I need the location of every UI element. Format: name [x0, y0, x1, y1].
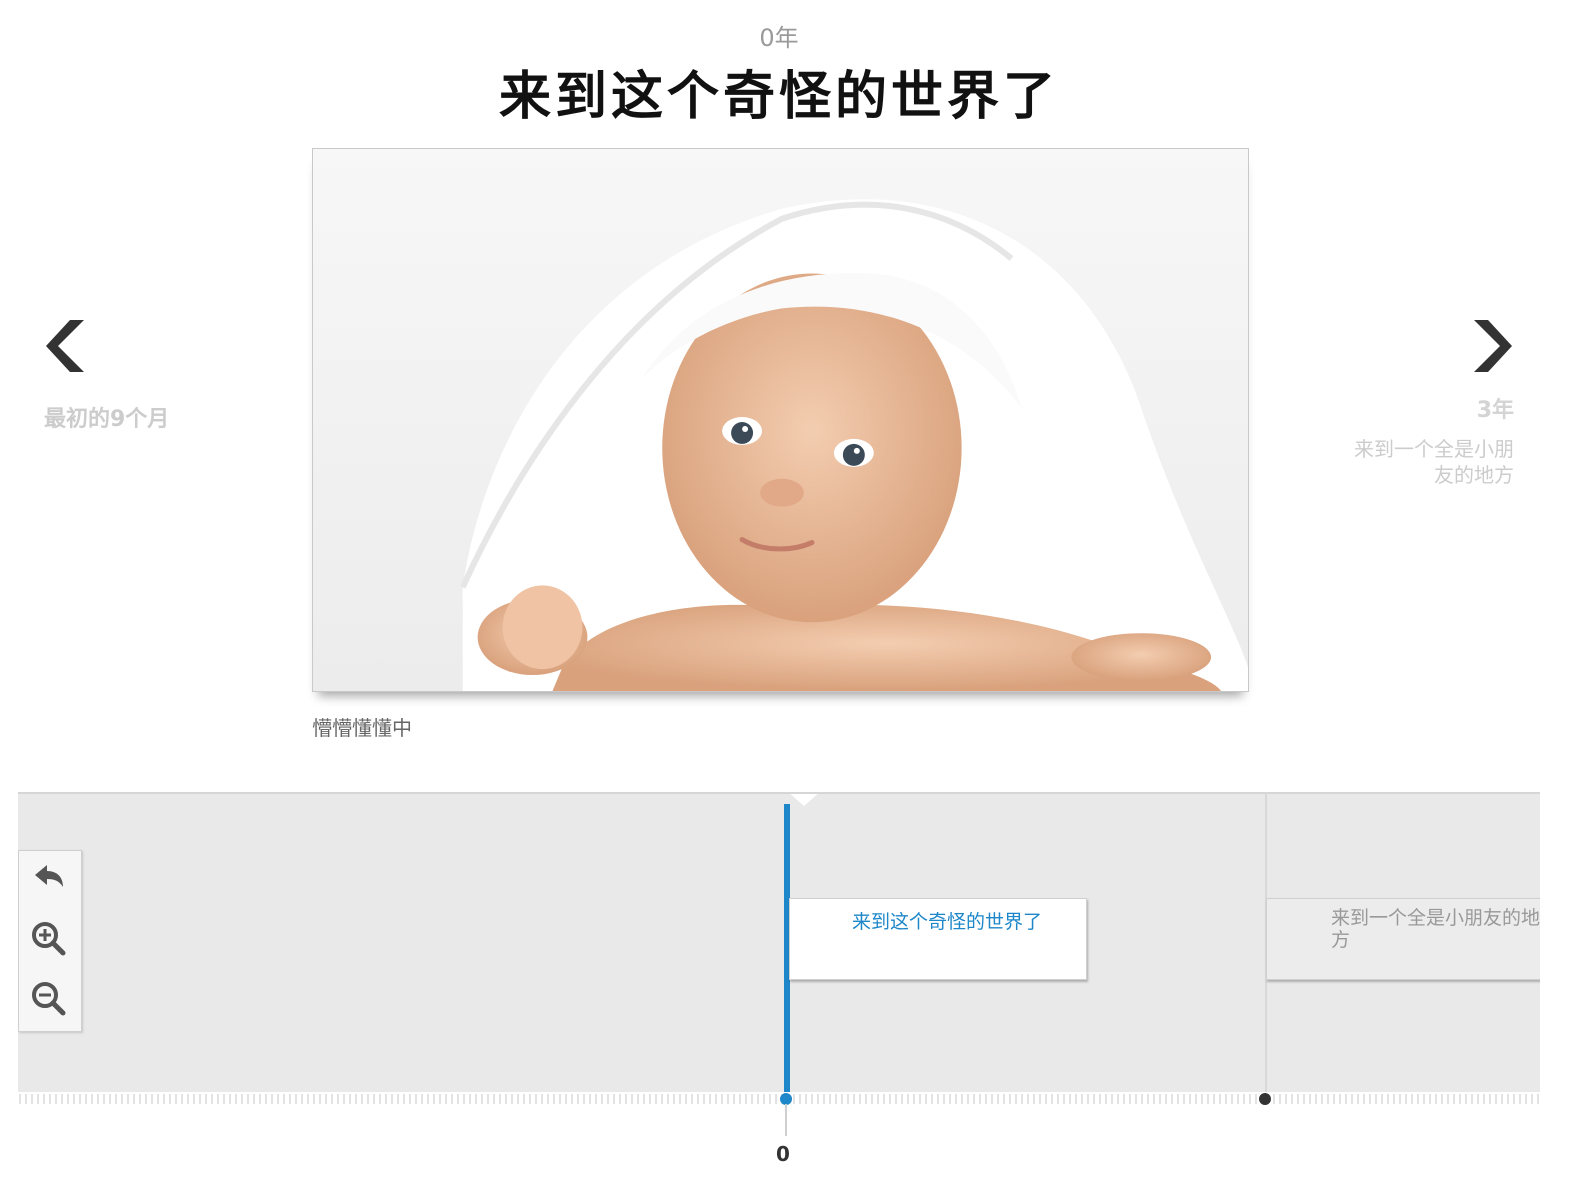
- zoom-in-icon[interactable]: [29, 919, 69, 959]
- chevron-left-icon: [44, 318, 274, 385]
- back-icon[interactable]: [29, 857, 69, 897]
- baby-photo-illustration: [313, 149, 1248, 691]
- timeline-ruler: [18, 1092, 1540, 1106]
- next-slide-button[interactable]: 3年 来到一个全是小朋友的地方: [1290, 318, 1514, 498]
- timeline-dot: [1259, 1093, 1271, 1105]
- timeline-event[interactable]: 来到一个全是小朋友的地方: [1266, 898, 1540, 980]
- prev-slide-button[interactable]: 最初的9个月: [44, 318, 274, 438]
- axis-stem: [785, 1104, 787, 1136]
- slide-year: 0年: [759, 24, 799, 52]
- slide-photo: [312, 148, 1249, 692]
- next-slide-date: 3年: [1476, 398, 1514, 423]
- event-label: 来到这个奇怪的世界了: [852, 911, 1043, 933]
- event-label: 来到一个全是小朋友的地方: [1331, 907, 1540, 951]
- timeline-event-active[interactable]: 来到这个奇怪的世界了: [789, 898, 1087, 980]
- next-slide-title: 来到一个全是小朋友的地方: [1354, 437, 1514, 487]
- marker-notch: [788, 794, 820, 806]
- zoom-out-icon[interactable]: [29, 979, 69, 1019]
- axis-label: 0: [776, 1142, 790, 1166]
- timeline-controls: [18, 850, 82, 1032]
- timeline-nav[interactable]: 来到这个奇怪的世界了 来到一个全是小朋友的地方: [18, 792, 1540, 1092]
- prev-slide-title: 最初的9个月: [44, 407, 170, 432]
- slide-caption: 懵懵懂懂中: [312, 716, 412, 740]
- slide-title: 来到这个奇怪的世界了: [498, 67, 1059, 127]
